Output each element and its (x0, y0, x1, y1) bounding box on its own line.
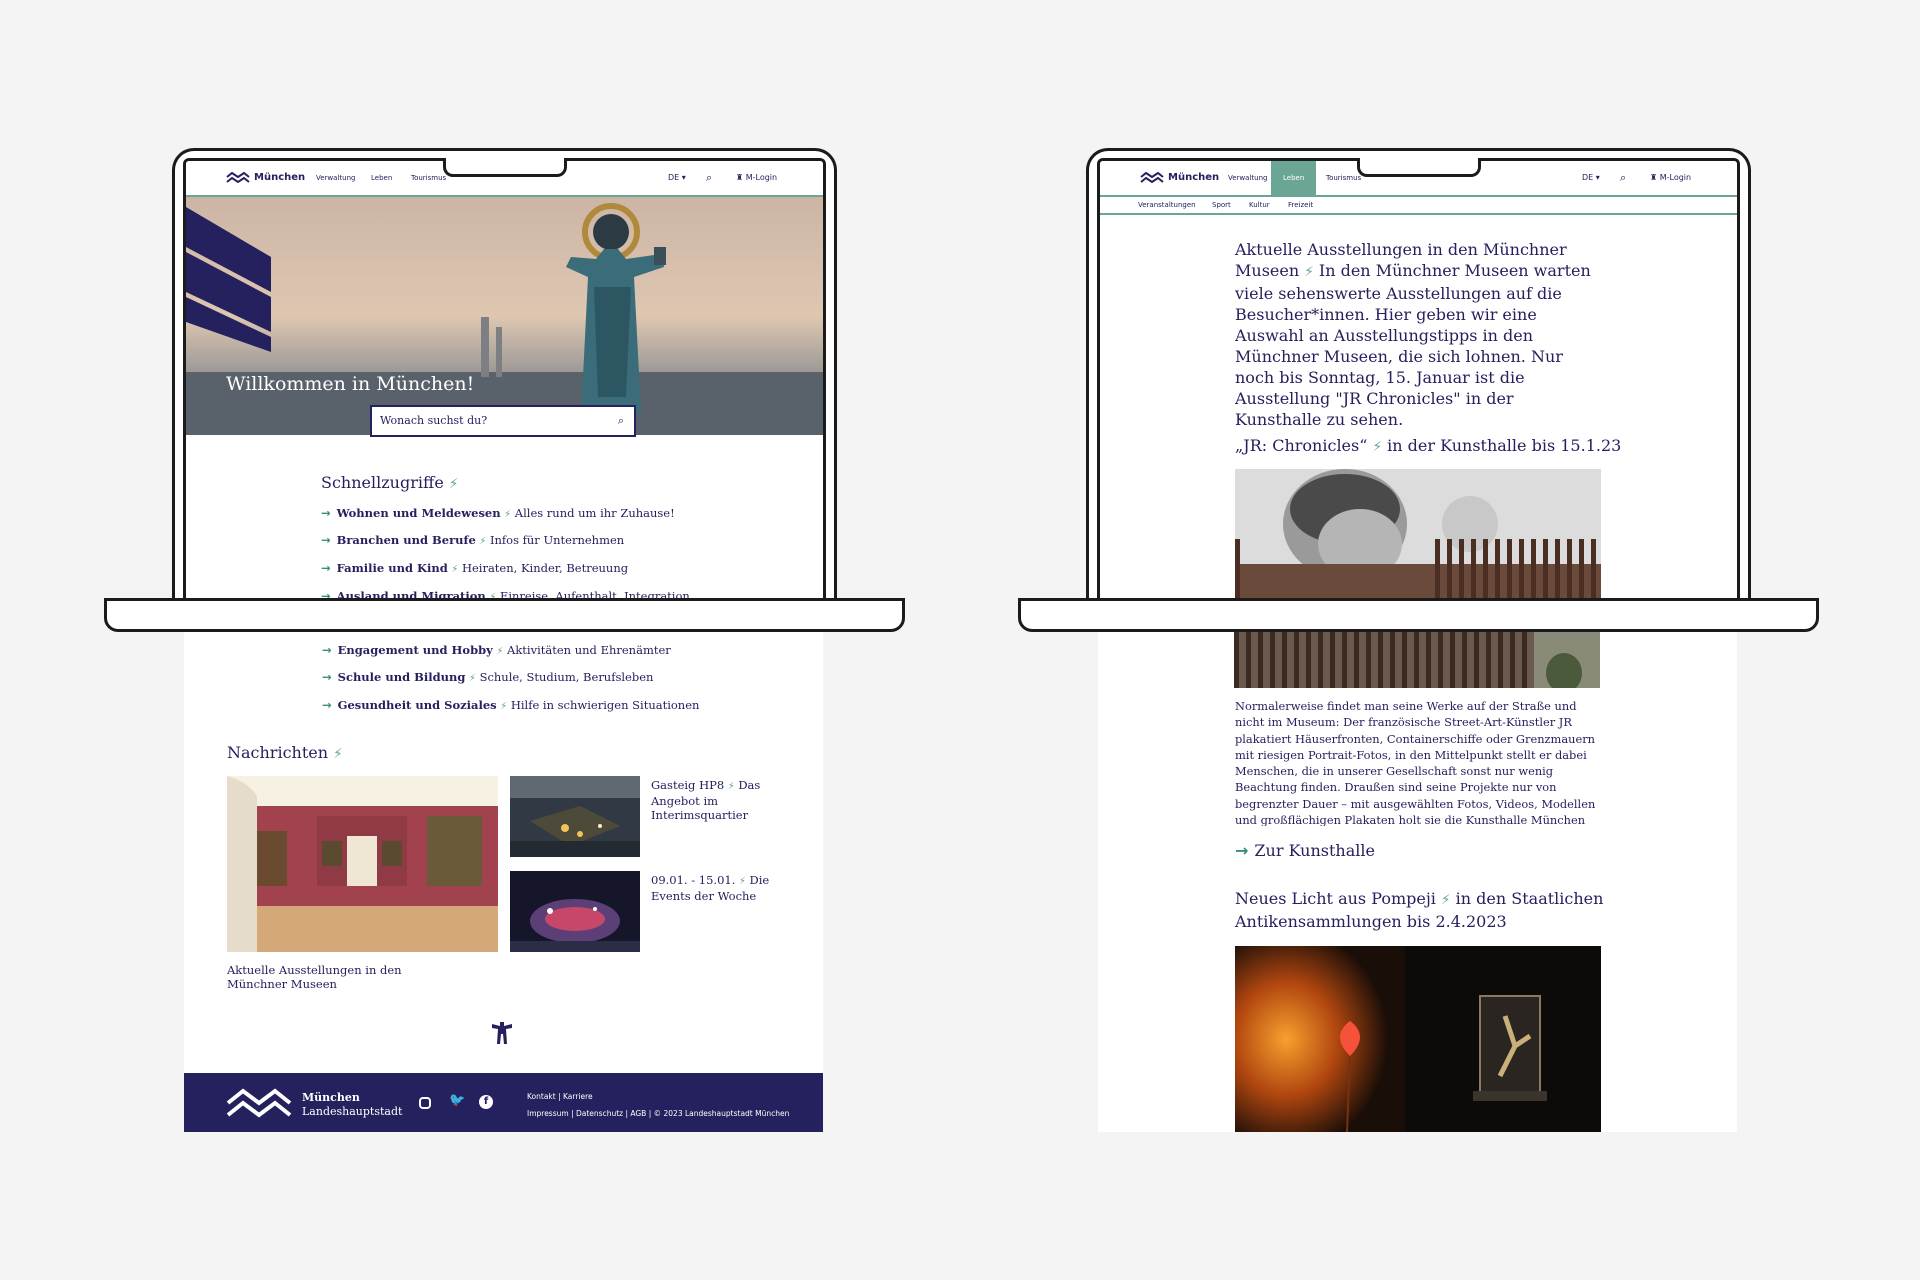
quick-link-wohnen[interactable]: → Wohnen und Meldewesen ⚡ Alles rund um i… (321, 506, 675, 520)
footer-sub: Landeshauptstadt (302, 1105, 403, 1118)
nav-tourismus[interactable]: Tourismus (1326, 174, 1361, 182)
news-item2-image[interactable] (510, 871, 640, 952)
jr-image (1235, 469, 1601, 601)
news-main-image[interactable] (227, 776, 498, 952)
quick-heading: Schnellzugriffe ⚡ (321, 473, 459, 492)
quick-link-familie[interactable]: → Familie und Kind ⚡ Heiraten, Kinder, Be… (321, 561, 628, 575)
article2-title: Neues Licht aus Pompeji ⚡ in den Staatli… (1235, 889, 1604, 931)
quick-link-schule[interactable]: → Schule und Bildung ⚡ Schule, Studium, B… (322, 670, 653, 684)
news-item1-image[interactable] (510, 776, 640, 857)
hero-image: Willkommen in München! (186, 197, 823, 435)
munich-logo-icon (1140, 171, 1164, 184)
instagram-icon[interactable] (419, 1097, 431, 1109)
footer-links-2[interactable]: Impressum | Datenschutz | AGB | © 2023 L… (527, 1109, 789, 1118)
twitter-icon[interactable]: 🐦 (449, 1093, 465, 1108)
news-main-caption[interactable]: Aktuelle Ausstellungen in den Münchner M… (227, 963, 407, 991)
login-icon: ♜ (736, 173, 744, 182)
right-page-extension: Normalerweise findet man seine Werke auf… (1098, 628, 1737, 1132)
arrow-right-icon: → (321, 561, 331, 575)
language-select[interactable]: DE ▾ (668, 173, 686, 182)
search-input[interactable]: Wonach suchst du? ⌕ (370, 405, 636, 437)
nav-verwaltung[interactable]: Verwaltung (1228, 174, 1267, 182)
pompeji-image (1235, 946, 1601, 1132)
hero-title: Willkommen in München! (226, 373, 475, 395)
search-icon[interactable]: ⌕ (706, 171, 712, 185)
nav-tourismus[interactable]: Tourismus (411, 174, 446, 182)
intro-text: Aktuelle Ausstellungen in den Münchner M… (1235, 240, 1591, 429)
quick-link-gesundheit[interactable]: → Gesundheit und Soziales ⚡ Hilfe in schw… (322, 698, 699, 712)
munich-logo-icon (226, 1088, 292, 1118)
nav-leben[interactable]: Leben (371, 174, 392, 182)
footer: München Landeshauptstadt 🐦 f Kontakt | K… (184, 1073, 823, 1132)
munich-logo-icon (226, 171, 250, 184)
nav-verwaltung[interactable]: Verwaltung (316, 174, 355, 182)
subnav-kultur[interactable]: Kultur (1249, 201, 1270, 209)
login-button[interactable]: ♜ M-Login (1650, 173, 1691, 182)
quick-link-engagement[interactable]: → Engagement und Hobby ⚡ Aktivitäten und … (322, 643, 671, 657)
left-laptop-screen: München Verwaltung Leben Tourismus DE ▾ … (183, 158, 826, 601)
facebook-icon[interactable]: f (479, 1095, 493, 1109)
subnav: Veranstaltungen Sport Kultur Freizeit (1100, 197, 1737, 215)
left-page-extension: → Engagement und Hobby ⚡ Aktivitäten und … (184, 628, 823, 1132)
footer-brand: München (302, 1091, 360, 1104)
subnav-sport[interactable]: Sport (1212, 201, 1231, 209)
arrow-right-icon: → (322, 698, 332, 712)
jr-image-bottom (1234, 628, 1600, 693)
arrow-right-icon: → (321, 506, 331, 520)
right-laptop-screen: München Verwaltung Leben Tourismus DE ▾ … (1097, 158, 1740, 601)
munich-monk-icon (490, 1020, 514, 1050)
article1-title: „JR: Chronicles“ ⚡ in der Kunsthalle bis… (1235, 436, 1622, 455)
footer-links-1[interactable]: Kontakt | Karriere (527, 1092, 593, 1101)
right-laptop-notch (1357, 158, 1481, 177)
left-laptop-notch (443, 158, 567, 177)
subnav-freizeit[interactable]: Freizeit (1288, 201, 1313, 209)
subnav-veranstaltungen[interactable]: Veranstaltungen (1138, 201, 1196, 209)
news-heading: Nachrichten ⚡ (227, 743, 343, 762)
brand-logo[interactable]: München (226, 171, 305, 184)
article1-text: Normalerweise findet man seine Werke auf… (1235, 699, 1596, 826)
left-laptop-base (104, 598, 905, 632)
nav-leben[interactable]: Leben (1271, 161, 1317, 195)
article1-link[interactable]: → Zur Kunsthalle (1235, 841, 1375, 860)
brand-logo[interactable]: München (1140, 171, 1219, 184)
search-icon[interactable]: ⌕ (1620, 171, 1626, 185)
arrow-right-icon: → (321, 533, 331, 547)
arrow-right-icon: → (1235, 841, 1249, 860)
news-item2-caption[interactable]: 09.01. - 15.01. ⚡ Die Events der Woche (651, 873, 771, 903)
language-select[interactable]: DE ▾ (1582, 173, 1600, 182)
search-icon[interactable]: ⌕ (618, 407, 624, 435)
arrow-right-icon: → (322, 670, 332, 684)
right-laptop-base (1018, 598, 1819, 632)
quick-link-branchen[interactable]: → Branchen und Berufe ⚡ Infos für Unterne… (321, 533, 624, 547)
news-item1-caption[interactable]: Gasteig HP8 ⚡ Das Angebot im Interimsqua… (651, 778, 771, 822)
arrow-right-icon: → (322, 643, 332, 657)
login-button[interactable]: ♜ M-Login (736, 173, 777, 182)
login-icon: ♜ (1650, 173, 1658, 182)
